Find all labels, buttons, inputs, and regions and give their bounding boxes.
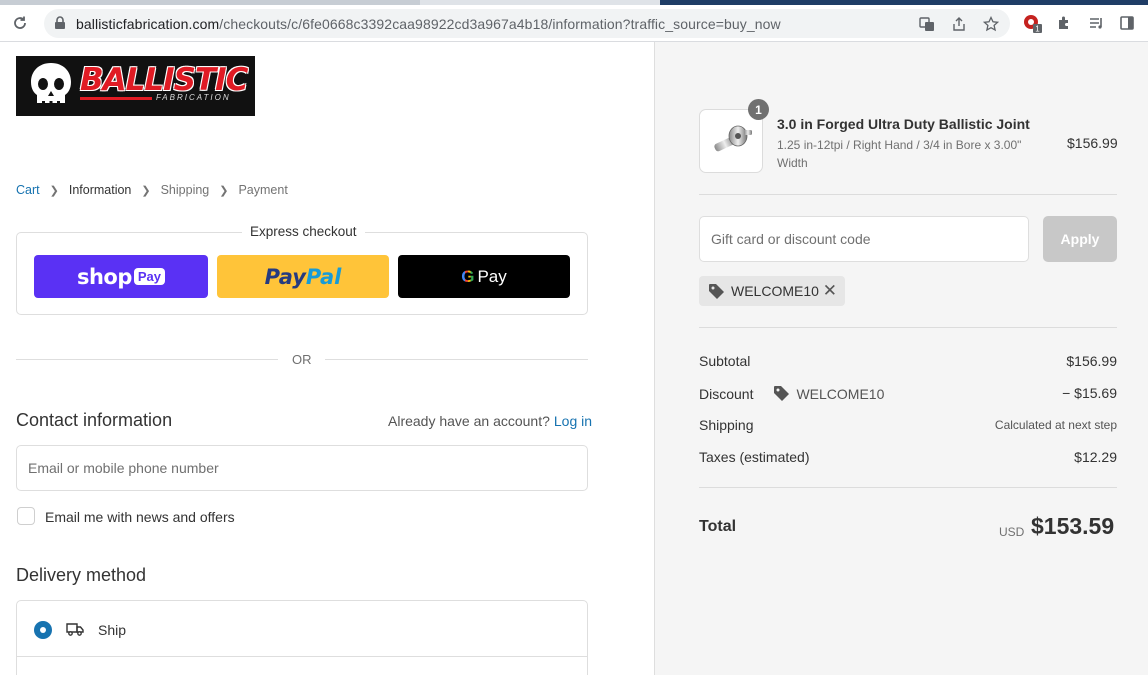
newsletter-checkbox[interactable]	[17, 507, 35, 525]
logo-subtitle: FABRICATION	[156, 93, 231, 102]
or-divider: OR	[16, 352, 588, 370]
divider-line	[16, 359, 278, 360]
discount-code-field[interactable]	[699, 216, 1029, 262]
discount-code-input[interactable]	[700, 217, 1028, 261]
shop-pay-pill: Pay	[133, 268, 166, 285]
google-pay-word: Pay	[477, 266, 507, 286]
remove-discount-icon[interactable]: ✕	[823, 282, 837, 299]
product-name: 3.0 in Forged Ultra Duty Ballistic Joint	[777, 116, 1030, 132]
tag-icon	[774, 386, 790, 401]
discount-code-label: WELCOME10	[796, 385, 885, 402]
or-text: OR	[292, 352, 312, 367]
translate-icon[interactable]	[916, 13, 938, 35]
ship-radio[interactable]	[34, 621, 52, 639]
express-checkout-title: Express checkout	[242, 224, 365, 239]
subtotal-value: $156.99	[1066, 353, 1117, 369]
apply-discount-button[interactable]: Apply	[1043, 216, 1117, 262]
email-field[interactable]	[16, 445, 588, 491]
google-pay-button[interactable]: G Pay	[398, 255, 570, 298]
shop-pay-word: shop	[76, 264, 132, 289]
discount-label: Discount	[699, 385, 754, 402]
paypal-word-pal: Pal	[305, 264, 342, 289]
adblock-extension-icon[interactable]: 1	[1018, 9, 1046, 37]
total-label: Total	[699, 518, 737, 535]
chevron-right-icon: ❯	[141, 184, 151, 197]
discount-label-group: Discount WELCOME10	[699, 385, 884, 402]
chevron-right-icon: ❯	[219, 184, 229, 197]
logo-stripe	[80, 97, 152, 100]
product-price: $156.99	[1067, 135, 1118, 151]
login-link[interactable]: Log in	[554, 413, 592, 429]
taxes-row: Taxes (estimated) $12.29	[699, 449, 1117, 467]
express-checkout-box: Express checkout shop Pay Pay Pal G Pay	[16, 224, 588, 315]
shipping-row: Shipping Calculated at next step	[699, 417, 1117, 435]
chevron-right-icon: ❯	[49, 184, 59, 197]
summary-divider	[699, 194, 1117, 195]
summary-divider	[699, 487, 1117, 488]
taxes-label: Taxes (estimated)	[699, 449, 810, 465]
breadcrumb-information: Information	[68, 183, 132, 197]
google-g-icon: G	[461, 266, 475, 286]
address-bar[interactable]: ballisticfabrication.com/checkouts/c/6fe…	[44, 9, 1010, 38]
ship-option[interactable]: Ship	[17, 601, 587, 657]
lock-icon[interactable]	[54, 16, 66, 35]
subtotal-row: Subtotal $156.99	[699, 353, 1117, 371]
email-input[interactable]	[17, 446, 587, 490]
paypal-button[interactable]: Pay Pal	[217, 255, 389, 298]
divider-line	[325, 359, 588, 360]
truck-icon	[66, 623, 84, 636]
breadcrumb: Cart ❯ Information ❯ Shipping ❯ Payment	[16, 183, 288, 197]
product-variant: 1.25 in-12tpi / Right Hand / 3/4 in Bore…	[777, 138, 1022, 170]
side-panel-icon[interactable]	[1113, 9, 1141, 37]
discount-row: Discount WELCOME10 − $15.69	[699, 385, 1117, 403]
total-value: $153.59	[1031, 513, 1115, 539]
bookmark-star-icon[interactable]	[980, 13, 1002, 35]
shop-pay-button[interactable]: shop Pay	[34, 255, 208, 298]
contact-heading: Contact information	[16, 410, 173, 430]
delivery-heading: Delivery method	[16, 565, 147, 585]
discount-value: − $15.69	[1062, 385, 1117, 401]
url-text[interactable]: ballisticfabrication.com/checkouts/c/6fe…	[76, 16, 781, 32]
quantity-badge: 1	[748, 99, 769, 120]
breadcrumb-payment: Payment	[238, 183, 288, 197]
browser-toolbar: ballisticfabrication.com/checkouts/c/6fe…	[0, 5, 1148, 42]
ship-label: Ship	[98, 622, 127, 638]
reload-icon[interactable]	[6, 9, 34, 37]
skull-icon	[31, 63, 71, 107]
reading-list-icon[interactable]	[1082, 9, 1110, 37]
extension-badge-count: 1	[1035, 25, 1040, 34]
paypal-word-pay: Pay	[264, 264, 306, 289]
shipping-value: Calculated at next step	[994, 418, 1117, 432]
tag-icon	[709, 283, 724, 299]
extensions-puzzle-icon[interactable]	[1050, 9, 1078, 37]
ball-joint-image	[714, 125, 752, 152]
breadcrumb-shipping: Shipping	[160, 183, 210, 197]
shipping-label: Shipping	[699, 417, 754, 433]
applied-discount-chip: WELCOME10 ✕	[699, 276, 845, 306]
total-currency: USD	[999, 525, 1025, 539]
taxes-value: $12.29	[1074, 449, 1117, 465]
newsletter-label[interactable]: Email me with news and offers	[45, 509, 235, 525]
subtotal-label: Subtotal	[699, 353, 751, 369]
delivery-options: Ship	[16, 600, 588, 675]
summary-divider	[699, 327, 1117, 328]
account-prompt-text: Already have an account?	[388, 413, 550, 429]
account-prompt: Already have an account? Log in	[388, 413, 592, 429]
applied-discount-code: WELCOME10	[731, 283, 819, 299]
share-icon[interactable]	[948, 13, 970, 35]
store-logo[interactable]: BALLISTIC FABRICATION	[16, 56, 255, 116]
breadcrumb-cart[interactable]: Cart	[16, 183, 40, 197]
